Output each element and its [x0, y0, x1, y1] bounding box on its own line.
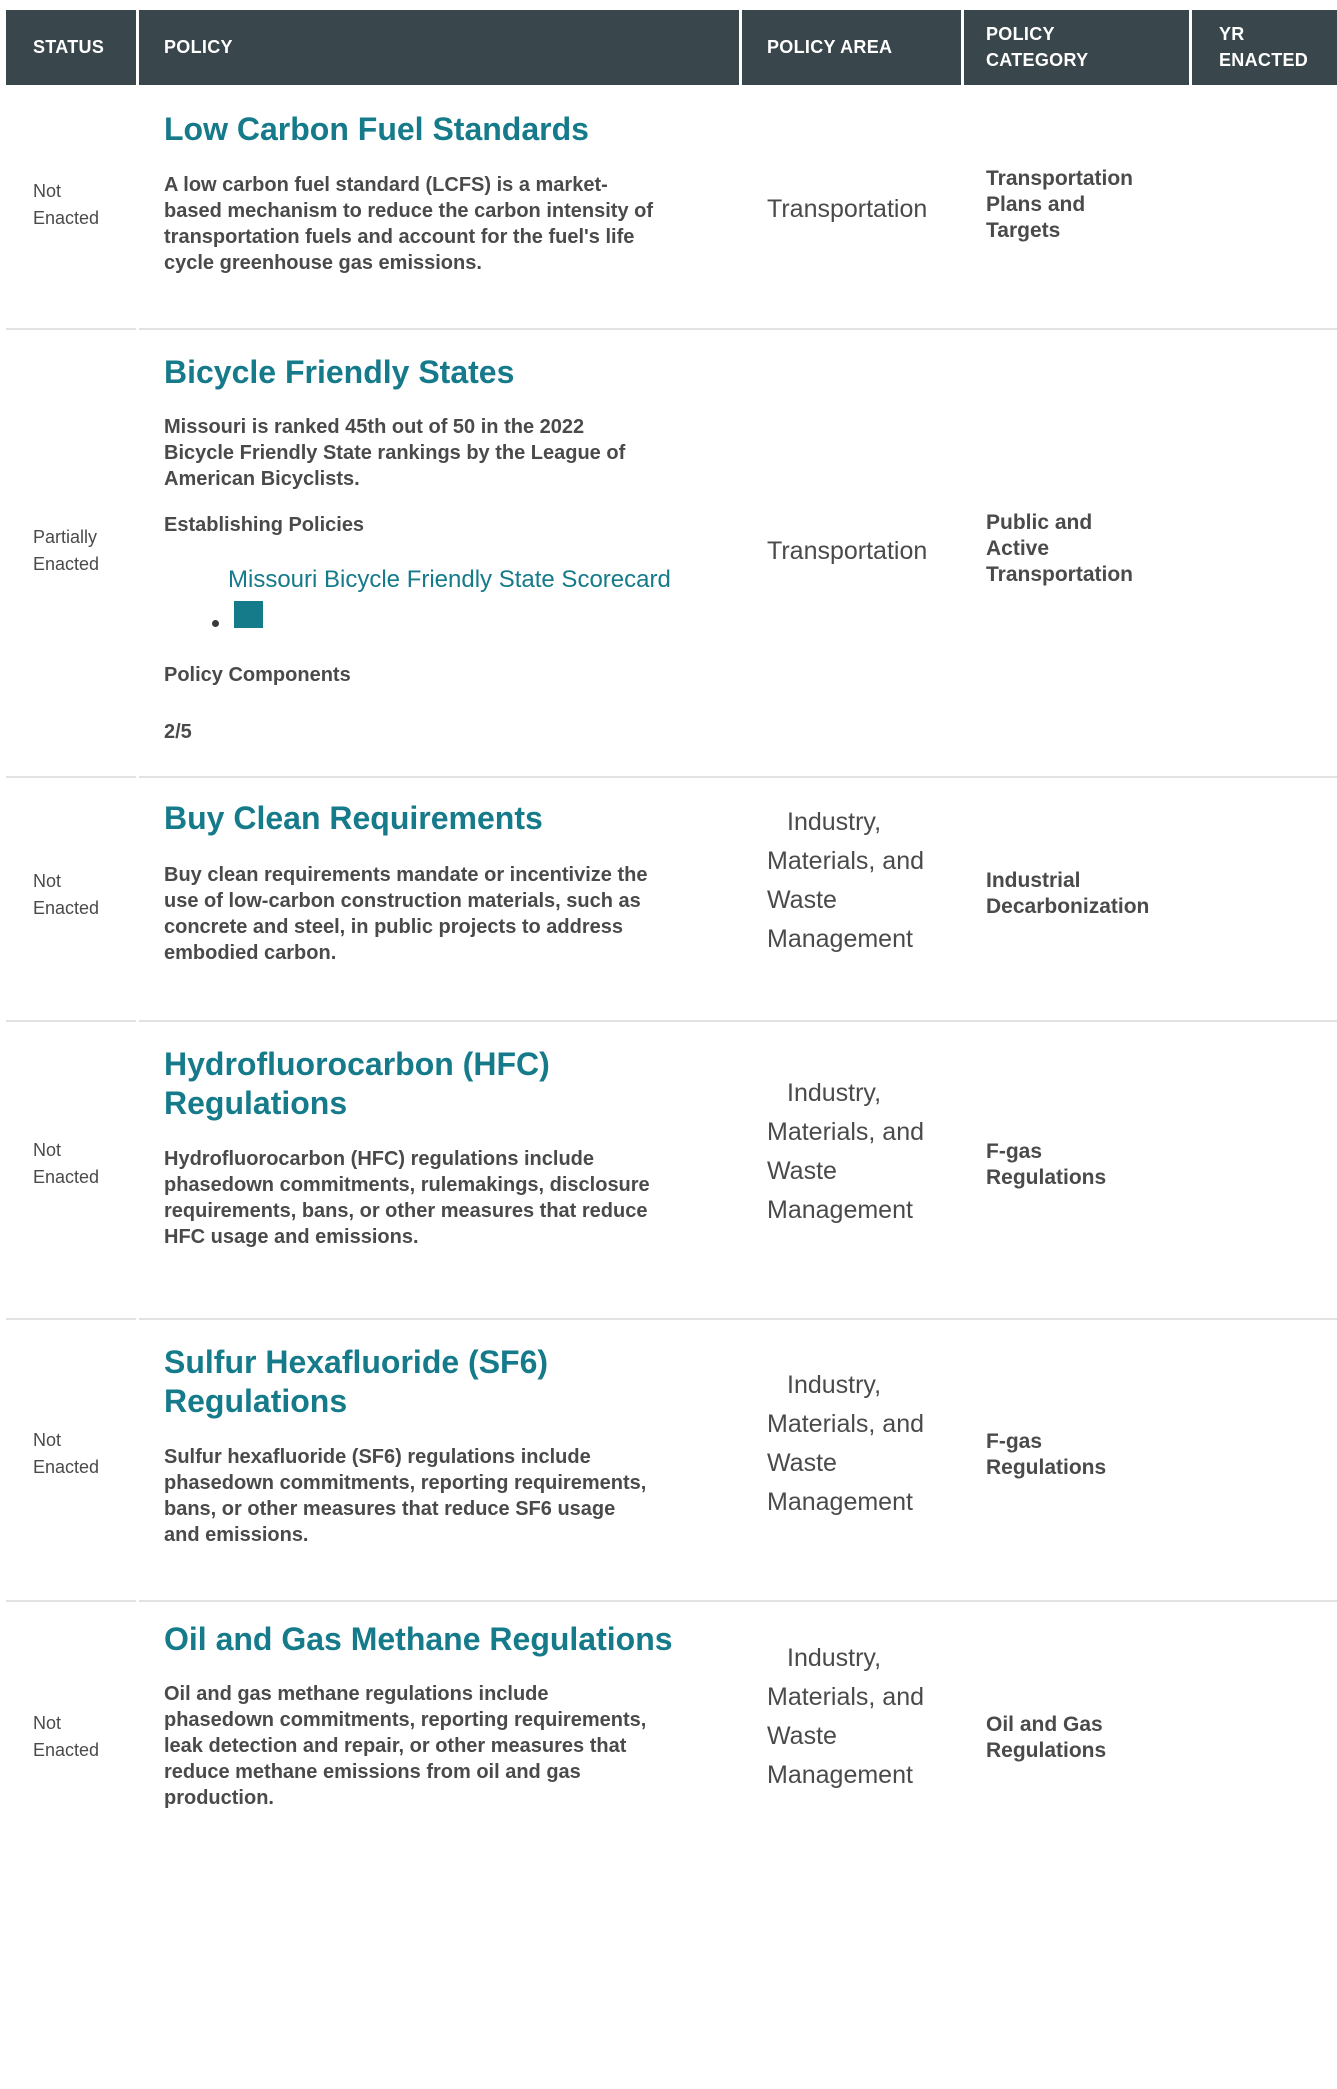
policy-description: Oil and gas methane regulations include p…: [164, 1683, 647, 1809]
policy-title-link[interactable]: Buy Clean Requirements: [164, 799, 724, 838]
table-row: Not Enacted Sulfur Hexafluoride (SF6) Regu…: [6, 1320, 1337, 1602]
policy-category-cell: F-gas Regulations: [986, 1140, 1107, 1189]
table-row: Not Enacted Buy Clean Requirements Buy cl…: [6, 778, 1337, 1022]
policy-description: Hydrofluorocarbon (HFC) regulations incl…: [164, 1148, 650, 1248]
table-row: Not Enacted Oil and Gas Methane Regulatio…: [6, 1602, 1337, 1862]
policy-area-cell: Industry, Materials, and Waste Management: [767, 1644, 925, 1789]
policy-category-cell: F-gas Regulations: [986, 1430, 1107, 1479]
status-cell: Not Enacted: [33, 181, 100, 228]
column-header-policy-area[interactable]: POLICY AREA: [742, 10, 961, 85]
policy-title-link[interactable]: Hydrofluorocarbon (HFC) Regulations: [164, 1045, 724, 1123]
status-cell: Not Enacted: [33, 1430, 100, 1477]
column-header-policy-category[interactable]: POLICY CATEGORY: [964, 10, 1189, 85]
table-row: Partially Enacted Bicycle Friendly States…: [6, 330, 1337, 778]
policy-title-link[interactable]: Sulfur Hexafluoride (SF6) Regulations: [164, 1343, 724, 1421]
policy-components-score: 2/5: [164, 721, 192, 743]
policy-description: Buy clean requirements mandate or incent…: [164, 864, 648, 964]
policy-category-cell: Transportation Plans and Targets: [986, 167, 1134, 242]
establishing-policies-label: Establishing Policies: [164, 514, 365, 536]
policy-area-cell: Industry, Materials, and Waste Management: [767, 1079, 925, 1224]
table-header: STATUS POLICY POLICY AREA POLICY CATEGORY…: [6, 10, 1337, 85]
policy-components-label: Policy Components: [164, 664, 351, 686]
status-cell: Not Enacted: [33, 871, 100, 918]
scorecard-link[interactable]: Missouri Bicycle Friendly State Scorecar…: [228, 566, 671, 594]
policy-title-link[interactable]: Bicycle Friendly States: [164, 353, 724, 392]
table-row: Not Enacted Low Carbon Fuel Standards A l…: [6, 86, 1337, 330]
policy-area-cell: Industry, Materials, and Waste Management: [767, 1371, 925, 1516]
column-header-policy[interactable]: POLICY: [139, 10, 739, 85]
policy-category-cell: Public and Active Transportation: [986, 511, 1134, 586]
policy-title-link[interactable]: Low Carbon Fuel Standards: [164, 110, 724, 149]
policy-description: Sulfur hexafluoride (SF6) regulations in…: [164, 1446, 647, 1546]
policy-category-cell: Industrial Decarbonization: [986, 869, 1150, 918]
policy-description: Missouri is ranked 45th out of 50 in the…: [164, 416, 626, 490]
status-cell: Not Enacted: [33, 1713, 100, 1760]
policy-category-cell: Oil and Gas Regulations: [986, 1713, 1107, 1762]
policy-description: A low carbon fuel standard (LCFS) is a m…: [164, 174, 654, 274]
list-bullet: [212, 620, 219, 627]
policy-area-cell: Transportation: [767, 537, 928, 565]
policy-title-link[interactable]: Oil and Gas Methane Regulations: [164, 1620, 724, 1659]
policy-area-cell: Transportation: [767, 195, 928, 223]
policy-area-cell: Industry, Materials, and Waste Management: [767, 808, 925, 953]
column-header-status[interactable]: STATUS: [6, 10, 136, 85]
status-cell: Not Enacted: [33, 1140, 100, 1187]
status-cell: Partially Enacted: [33, 527, 100, 574]
column-header-yr-enacted[interactable]: YR ENACTED: [1192, 10, 1337, 85]
table-row: Not Enacted Hydrofluorocarbon (HFC) Regula…: [6, 1022, 1337, 1320]
document-icon[interactable]: [234, 601, 263, 628]
